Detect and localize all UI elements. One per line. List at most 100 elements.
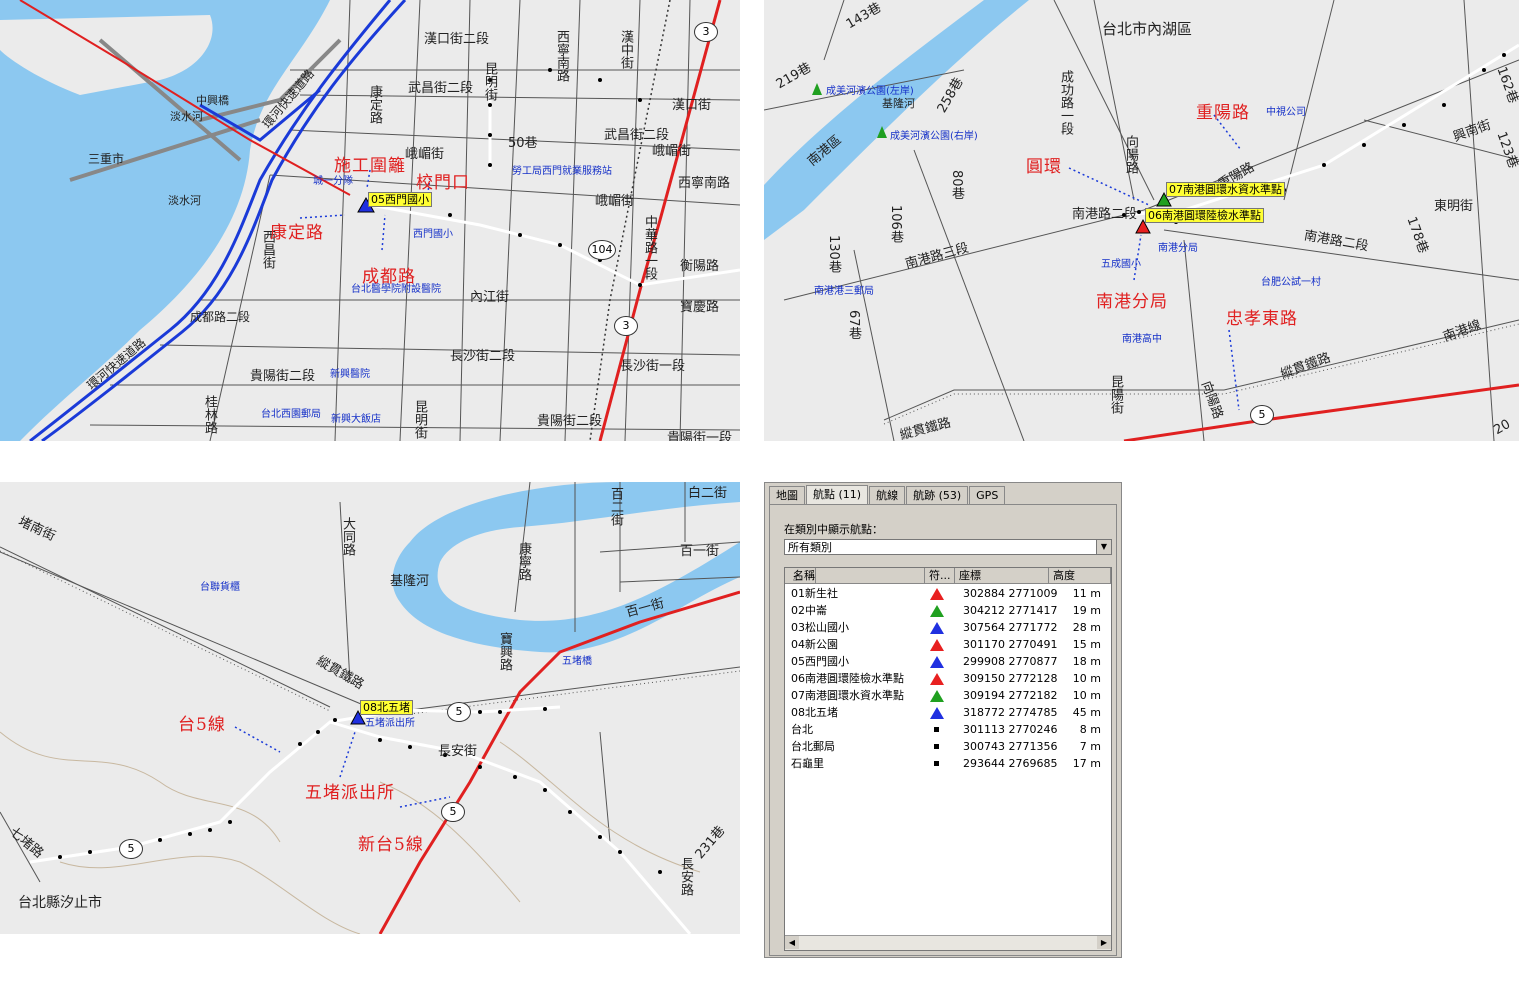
annotation-chongyang-road: 重陽路 bbox=[1196, 103, 1250, 123]
triangle-symbol-icon bbox=[930, 707, 944, 719]
column-coordinate[interactable]: 座標 bbox=[955, 568, 1049, 583]
square-symbol-icon bbox=[934, 727, 939, 732]
waypoint-07-label[interactable]: 07南港圓環水資水準點 bbox=[1166, 182, 1285, 197]
list-item[interactable]: 04新公園 301170 2770491 15 m bbox=[785, 636, 1111, 653]
waypoint-panel: 地圖 航點 (11) 航線 航跡 (53) GPS 在類別中顯示航點： 所有類別… bbox=[764, 482, 1122, 958]
route-shield: 3 bbox=[694, 22, 718, 42]
street-label: 峨嵋街 bbox=[595, 194, 635, 209]
tab-gps[interactable]: GPS bbox=[969, 486, 1006, 505]
category-select[interactable]: 所有類別 ▼ bbox=[784, 539, 1112, 555]
tab-routes[interactable]: 航線 bbox=[869, 486, 906, 505]
waypoint-name: 02中崙 bbox=[791, 604, 827, 617]
street-label: 昆明街 bbox=[482, 62, 497, 101]
route-shield: 5 bbox=[1250, 405, 1274, 425]
list-item[interactable]: 台北郵局 300743 2771356 7 m bbox=[785, 738, 1111, 755]
tab-map[interactable]: 地圖 bbox=[769, 486, 805, 505]
waypoint-name: 01新生社 bbox=[791, 587, 838, 600]
map-nangang[interactable]: 台北市內湖區 143巷 219巷 基隆河 南港區 258巷 成功路一段 向陽路 … bbox=[764, 0, 1519, 441]
annotation-new-route-5: 新台5線 bbox=[358, 835, 424, 855]
waypoint-05-label[interactable]: 05西門國小 bbox=[368, 192, 432, 207]
street-label: 向陽路 bbox=[1123, 135, 1138, 174]
street-label: 長安路 bbox=[678, 857, 693, 896]
district-label: 台北市內湖區 bbox=[1102, 20, 1193, 38]
waypoint-altitude: 19 m bbox=[1072, 604, 1101, 617]
tab-tracks[interactable]: 航跡 (53) bbox=[906, 486, 969, 505]
river-label: 基隆河 bbox=[390, 574, 430, 589]
poi-label: 台肥公試一村 bbox=[1261, 277, 1321, 288]
annotation-nangang-precinct: 南港分局 bbox=[1096, 292, 1168, 312]
street-label: 桂林路 bbox=[202, 395, 217, 434]
poi-label: 西門國小 bbox=[413, 229, 453, 240]
waypoint-06-label[interactable]: 06南港圓環陸檢水準點 bbox=[1145, 208, 1264, 223]
waypoint-coordinate: 301170 2770491 bbox=[963, 638, 1058, 651]
list-item[interactable]: 07南港圓環水資水準點 309194 2772182 10 m bbox=[785, 687, 1111, 704]
triangle-symbol-icon bbox=[930, 673, 944, 685]
waypoint-coordinate: 300743 2771356 bbox=[963, 740, 1058, 753]
waypoint-08-label[interactable]: 08北五堵 bbox=[360, 700, 413, 715]
street-label: 漢中街 bbox=[618, 30, 633, 69]
list-item[interactable]: 02中崙 304212 2771417 19 m bbox=[785, 602, 1111, 619]
poi-label: 五堵橋 bbox=[562, 656, 592, 667]
street-label: 106巷 bbox=[888, 205, 903, 243]
waypoint-altitude: 45 m bbox=[1072, 706, 1101, 719]
waypoint-coordinate: 299908 2770877 bbox=[963, 655, 1058, 668]
waypoint-name: 台北 bbox=[791, 723, 813, 736]
list-item[interactable]: 08北五堵 318772 2774785 45 m bbox=[785, 704, 1111, 721]
waypoints-tab-body: 在類別中顯示航點： 所有類別 ▼ 名稱 △ 符... 座標 高度 01新生社 30… bbox=[769, 504, 1117, 956]
street-label: 貴陽街二段 bbox=[537, 414, 603, 429]
waypoint-altitude: 18 m bbox=[1072, 655, 1101, 668]
annotation-school-gate: 校門口 bbox=[416, 173, 470, 193]
street-label: 長沙街二段 bbox=[450, 349, 516, 364]
street-label: 康寧路 bbox=[516, 542, 531, 581]
poi-label: 勞工局西門就業服務站 bbox=[512, 166, 612, 177]
list-item[interactable]: 石龜里 293644 2769685 17 m bbox=[785, 755, 1111, 772]
list-item[interactable]: 06南港圓環陸檢水準點 309150 2772128 10 m bbox=[785, 670, 1111, 687]
map-ximen[interactable]: 漢口街二段 武昌街二段 峨嵋街 昆明街 西寧南路 康定路 漢中街 漢口街 50巷… bbox=[0, 0, 740, 441]
triangle-symbol-icon bbox=[930, 690, 944, 702]
street-label: 白二街 bbox=[688, 486, 728, 501]
river-label: 淡水河 bbox=[168, 194, 201, 207]
street-label: 寶慶路 bbox=[680, 300, 720, 315]
annotation-route-5: 台5線 bbox=[178, 715, 226, 735]
chevron-down-icon[interactable]: ▼ bbox=[1096, 540, 1111, 554]
waypoint-name: 04新公園 bbox=[791, 638, 838, 651]
list-item[interactable]: 01新生社 302884 2771009 11 m bbox=[785, 585, 1111, 602]
waypoint-name: 台北郵局 bbox=[791, 740, 835, 753]
waypoint-name: 08北五堵 bbox=[791, 706, 838, 719]
street-label: 內江街 bbox=[470, 290, 510, 305]
waypoint-altitude: 28 m bbox=[1072, 621, 1101, 634]
waypoint-altitude: 15 m bbox=[1072, 638, 1101, 651]
street-label: 康定路 bbox=[367, 85, 382, 124]
tab-waypoints[interactable]: 航點 (11) bbox=[806, 485, 869, 504]
column-symbol[interactable]: 符... bbox=[925, 568, 955, 583]
triangle-symbol-icon bbox=[930, 605, 944, 617]
scroll-right-icon[interactable]: ▶ bbox=[1097, 936, 1111, 949]
scroll-left-icon[interactable]: ◀ bbox=[785, 936, 799, 949]
waypoint-list[interactable]: 名稱 △ 符... 座標 高度 01新生社 302884 2771009 11 m0… bbox=[784, 567, 1112, 951]
triangle-symbol-icon bbox=[930, 622, 944, 634]
district-label: 台北縣汐止市 bbox=[18, 895, 102, 911]
river-keelung bbox=[764, 0, 1029, 240]
poi-label: 南港分局 bbox=[1158, 243, 1198, 254]
street-label: 成功路一段 bbox=[1058, 70, 1073, 135]
waypoint-altitude: 8 m bbox=[1079, 723, 1101, 736]
street-label: 昆陽街 bbox=[1108, 375, 1123, 414]
list-item[interactable]: 05西門國小 299908 2770877 18 m bbox=[785, 653, 1111, 670]
category-value: 所有類別 bbox=[788, 541, 832, 554]
horizontal-scrollbar[interactable]: ◀ ▶ bbox=[785, 935, 1111, 950]
column-name[interactable]: 名稱 △ bbox=[785, 568, 925, 583]
street-label: 漢口街二段 bbox=[424, 32, 490, 47]
map-wudu[interactable]: 堵南街 大同路 基隆河 康寧路 百二街 百一街 百一街 縱貫鐵路 寶興路 長安街… bbox=[0, 482, 740, 934]
column-altitude[interactable]: 高度 bbox=[1049, 568, 1111, 583]
street-label: 長沙街一段 bbox=[620, 359, 686, 374]
list-item[interactable]: 03松山國小 307564 2771772 28 m bbox=[785, 619, 1111, 636]
street-label: 東明街 bbox=[1434, 199, 1474, 214]
square-symbol-icon bbox=[934, 761, 939, 766]
street-label: 50巷 bbox=[508, 136, 538, 151]
waypoint-coordinate: 309194 2772182 bbox=[963, 689, 1058, 702]
waypoint-name: 07南港圓環水資水準點 bbox=[791, 689, 904, 702]
waypoint-altitude: 17 m bbox=[1072, 757, 1101, 770]
list-item[interactable]: 台北 301113 2770246 8 m bbox=[785, 721, 1111, 738]
waypoint-altitude: 10 m bbox=[1072, 672, 1101, 685]
waypoint-altitude: 10 m bbox=[1072, 689, 1101, 702]
